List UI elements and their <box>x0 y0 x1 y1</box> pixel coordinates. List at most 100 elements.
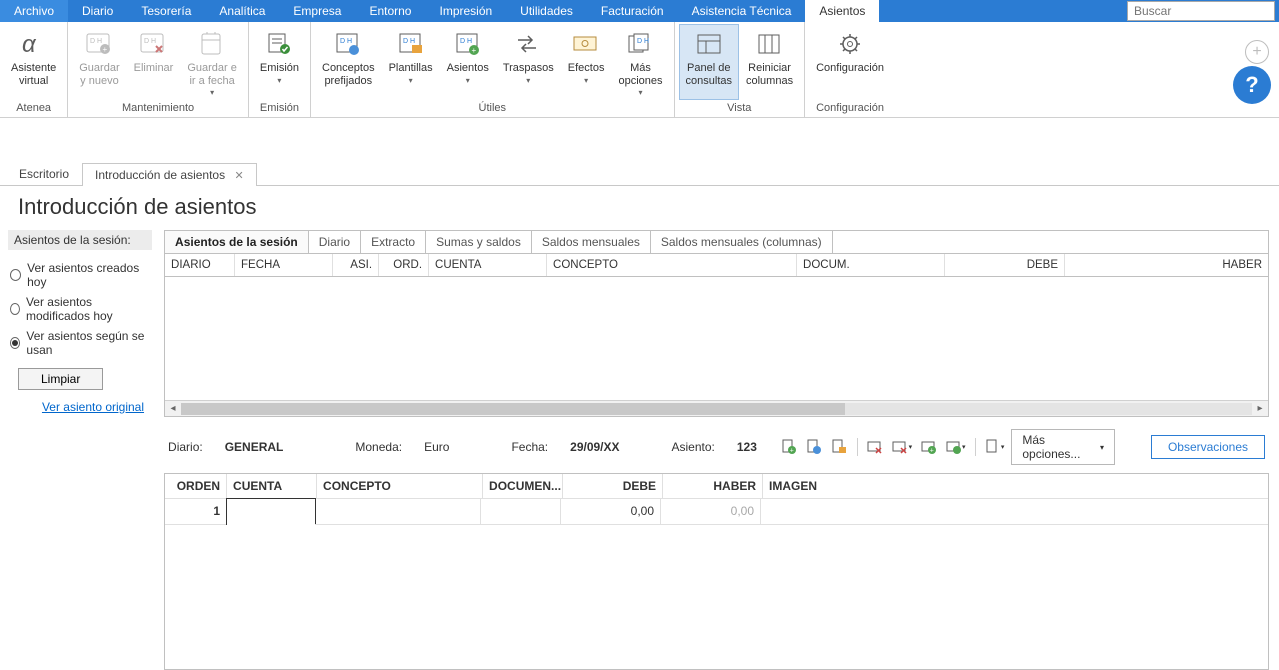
cell-orden: 1 <box>165 499 227 525</box>
radio-icon <box>10 303 20 315</box>
menu-item-analitica[interactable]: Analítica <box>205 0 279 22</box>
col-debe[interactable]: DEBE <box>945 254 1065 276</box>
innertab-extracto[interactable]: Extracto <box>361 231 426 253</box>
guardar-nuevo-button[interactable]: D H+ Guardar y nuevo <box>72 24 126 100</box>
doc-add-blue-button[interactable] <box>804 436 823 458</box>
menu-item-utilidades[interactable]: Utilidades <box>506 0 587 22</box>
cell-cuenta-input[interactable] <box>226 498 316 526</box>
doc-plus-icon: D H+ <box>452 28 484 60</box>
guardar-irfecha-button[interactable]: Guardar e ir a fecha ▾ <box>180 24 244 100</box>
row-dropdown-button[interactable]: ▾ <box>891 436 913 458</box>
diario-label: Diario: <box>168 440 203 454</box>
col-diario[interactable]: DIARIO <box>165 254 235 276</box>
asiento-label: Asiento: <box>672 440 715 454</box>
menu-item-diario[interactable]: Diario <box>68 0 127 22</box>
alpha-icon: α <box>18 28 50 60</box>
radio-segun-usan[interactable]: Ver asientos según se usan <box>8 326 152 360</box>
panel-consultas-button[interactable]: Panel de consultas <box>679 24 739 100</box>
scroll-left-icon[interactable]: ◂ <box>165 403 181 414</box>
eliminar-button[interactable]: D H Eliminar <box>127 24 181 100</box>
conceptos-prefijados-button[interactable]: D H Conceptos prefijados <box>315 24 382 100</box>
doc-action-dropdown-button[interactable]: ▾ <box>983 436 1005 458</box>
efectos-button[interactable]: Efectos ▾ <box>561 24 612 100</box>
row-insert-button[interactable]: + <box>919 436 938 458</box>
radio-icon <box>10 337 20 349</box>
mas-opciones-dropdown[interactable]: Más opciones...▾ <box>1011 429 1115 465</box>
svg-text:+: + <box>930 448 934 455</box>
moneda-label: Moneda: <box>355 440 402 454</box>
fecha-label: Fecha: <box>511 440 548 454</box>
innertab-diario[interactable]: Diario <box>309 231 361 253</box>
ecol-orden[interactable]: ORDEN <box>165 474 227 499</box>
scroll-right-icon[interactable]: ▸ <box>1252 403 1268 414</box>
menu-item-facturacion[interactable]: Facturación <box>587 0 678 22</box>
radio-modificados-hoy[interactable]: Ver asientos modificados hoy <box>8 292 152 326</box>
chevron-down-icon: ▾ <box>466 76 470 85</box>
svg-text:+: + <box>103 45 108 54</box>
col-ord[interactable]: ORD. <box>379 254 429 276</box>
innertab-sesion[interactable]: Asientos de la sesión <box>165 231 309 253</box>
grid-body[interactable] <box>165 277 1268 400</box>
asientos-button[interactable]: D H+ Asientos ▾ <box>440 24 496 100</box>
innertab-saldos-cols[interactable]: Saldos mensuales (columnas) <box>651 231 833 253</box>
doc-add-orange-button[interactable] <box>830 436 849 458</box>
ribbon: α Asistente virtual Atenea D H+ Guardar … <box>0 22 1279 118</box>
ecol-concepto[interactable]: CONCEPTO <box>317 474 483 499</box>
cell-concepto[interactable] <box>315 499 481 525</box>
col-fecha[interactable]: FECHA <box>235 254 333 276</box>
svg-text:D H: D H <box>460 38 472 45</box>
ver-asiento-original-link[interactable]: Ver asiento original <box>8 400 152 414</box>
col-haber[interactable]: HABER <box>1065 254 1268 276</box>
cell-debe[interactable]: 0,00 <box>561 499 661 525</box>
doctab-escritorio[interactable]: Escritorio <box>6 162 82 185</box>
menu-item-tesoreria[interactable]: Tesorería <box>127 0 205 22</box>
menu-item-archivo[interactable]: Archivo <box>0 0 68 22</box>
menu-item-asientos[interactable]: Asientos <box>805 0 879 22</box>
ecol-imagen[interactable]: IMAGEN <box>763 474 1268 499</box>
help-button[interactable]: ? <box>1233 66 1271 104</box>
ecol-documen[interactable]: DOCUMEN... <box>483 474 563 499</box>
horizontal-scrollbar[interactable]: ◂ ▸ <box>165 400 1268 416</box>
row-delete-button[interactable] <box>866 436 885 458</box>
radio-creados-hoy[interactable]: Ver asientos creados hoy <box>8 258 152 292</box>
emision-button[interactable]: Emisión ▾ <box>253 24 306 100</box>
innertab-saldos-mens[interactable]: Saldos mensuales <box>532 231 651 253</box>
col-docum[interactable]: DOCUM. <box>797 254 945 276</box>
observaciones-button[interactable]: Observaciones <box>1151 435 1265 459</box>
menu-item-impresion[interactable]: Impresión <box>425 0 506 22</box>
entry-grid: ORDEN CUENTA CONCEPTO DOCUMEN... DEBE HA… <box>164 473 1269 670</box>
menu-item-asistencia[interactable]: Asistencia Técnica <box>678 0 806 22</box>
traspasos-button[interactable]: Traspasos ▾ <box>496 24 561 100</box>
add-tab-button[interactable]: + <box>1245 40 1269 64</box>
menu-item-entorno[interactable]: Entorno <box>355 0 425 22</box>
plantillas-button[interactable]: D H Plantillas ▾ <box>382 24 440 100</box>
chevron-down-icon: ▾ <box>584 76 588 85</box>
ecol-cuenta[interactable]: CUENTA <box>227 474 317 499</box>
ribbon-group-label: Vista <box>679 100 801 117</box>
scroll-thumb[interactable] <box>181 403 845 415</box>
ecol-haber[interactable]: HABER <box>663 474 763 499</box>
session-grid: DIARIO FECHA ASI. ORD. CUENTA CONCEPTO D… <box>164 253 1269 417</box>
doc-add-green-button[interactable]: + <box>779 436 798 458</box>
mas-opciones-button[interactable]: D H Más opciones ▾ <box>611 24 669 100</box>
col-concepto[interactable]: CONCEPTO <box>547 254 797 276</box>
col-cuenta[interactable]: CUENTA <box>429 254 547 276</box>
close-tab-icon[interactable]: ✕ <box>234 170 243 182</box>
svg-text:D H: D H <box>340 38 352 45</box>
search-input[interactable] <box>1127 1 1275 21</box>
limpiar-button[interactable]: Limpiar <box>18 368 103 390</box>
innertab-sumas[interactable]: Sumas y saldos <box>426 231 532 253</box>
menu-item-empresa[interactable]: Empresa <box>279 0 355 22</box>
entry-grid-body[interactable] <box>165 525 1268 669</box>
cell-haber[interactable]: 0,00 <box>661 499 761 525</box>
doctab-introduccion[interactable]: Introducción de asientos ✕ <box>82 163 257 186</box>
reiniciar-columnas-button[interactable]: Reiniciar columnas <box>739 24 800 100</box>
asistente-virtual-button[interactable]: α Asistente virtual <box>4 24 63 100</box>
cell-documen[interactable] <box>481 499 561 525</box>
ecol-debe[interactable]: DEBE <box>563 474 663 499</box>
col-asi[interactable]: ASI. <box>333 254 379 276</box>
configuracion-button[interactable]: Configuración <box>809 24 891 100</box>
session-side-panel: Asientos de la sesión: Ver asientos crea… <box>0 230 160 670</box>
cell-imagen[interactable] <box>761 499 1268 525</box>
row-insert-dropdown-button[interactable]: ▾ <box>945 436 967 458</box>
